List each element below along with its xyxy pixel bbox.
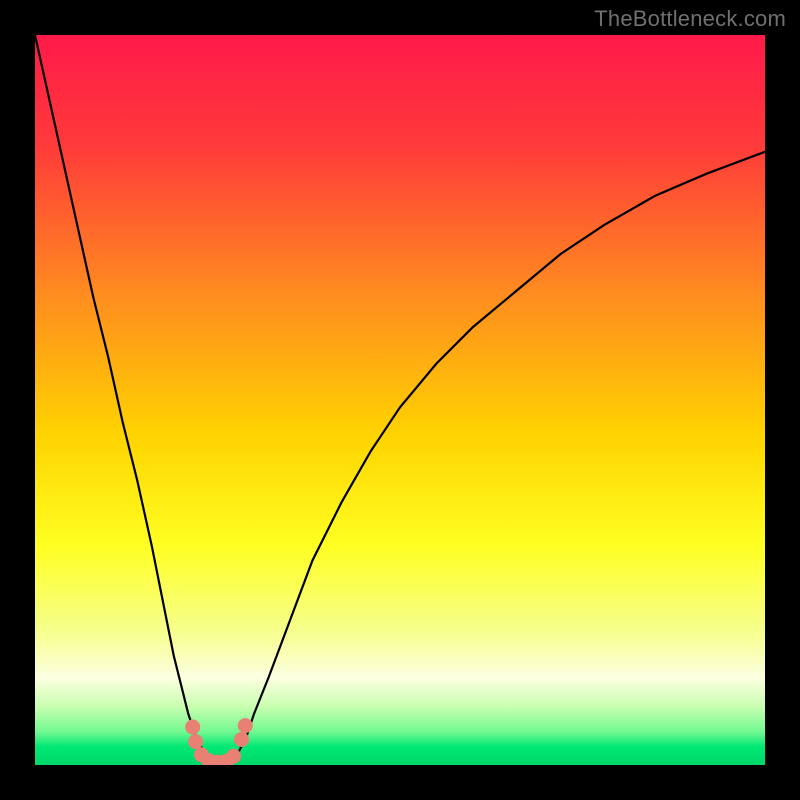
chart-background <box>35 35 765 765</box>
marker-dot <box>185 720 200 735</box>
marker-dot <box>188 734 203 749</box>
watermark-text: TheBottleneck.com <box>594 6 786 32</box>
marker-dot <box>234 732 249 747</box>
chart-svg <box>35 35 765 765</box>
marker-dot <box>238 718 253 733</box>
marker-dot <box>226 749 241 764</box>
chart-container: { "watermark": "TheBottleneck.com", "cha… <box>0 0 800 800</box>
